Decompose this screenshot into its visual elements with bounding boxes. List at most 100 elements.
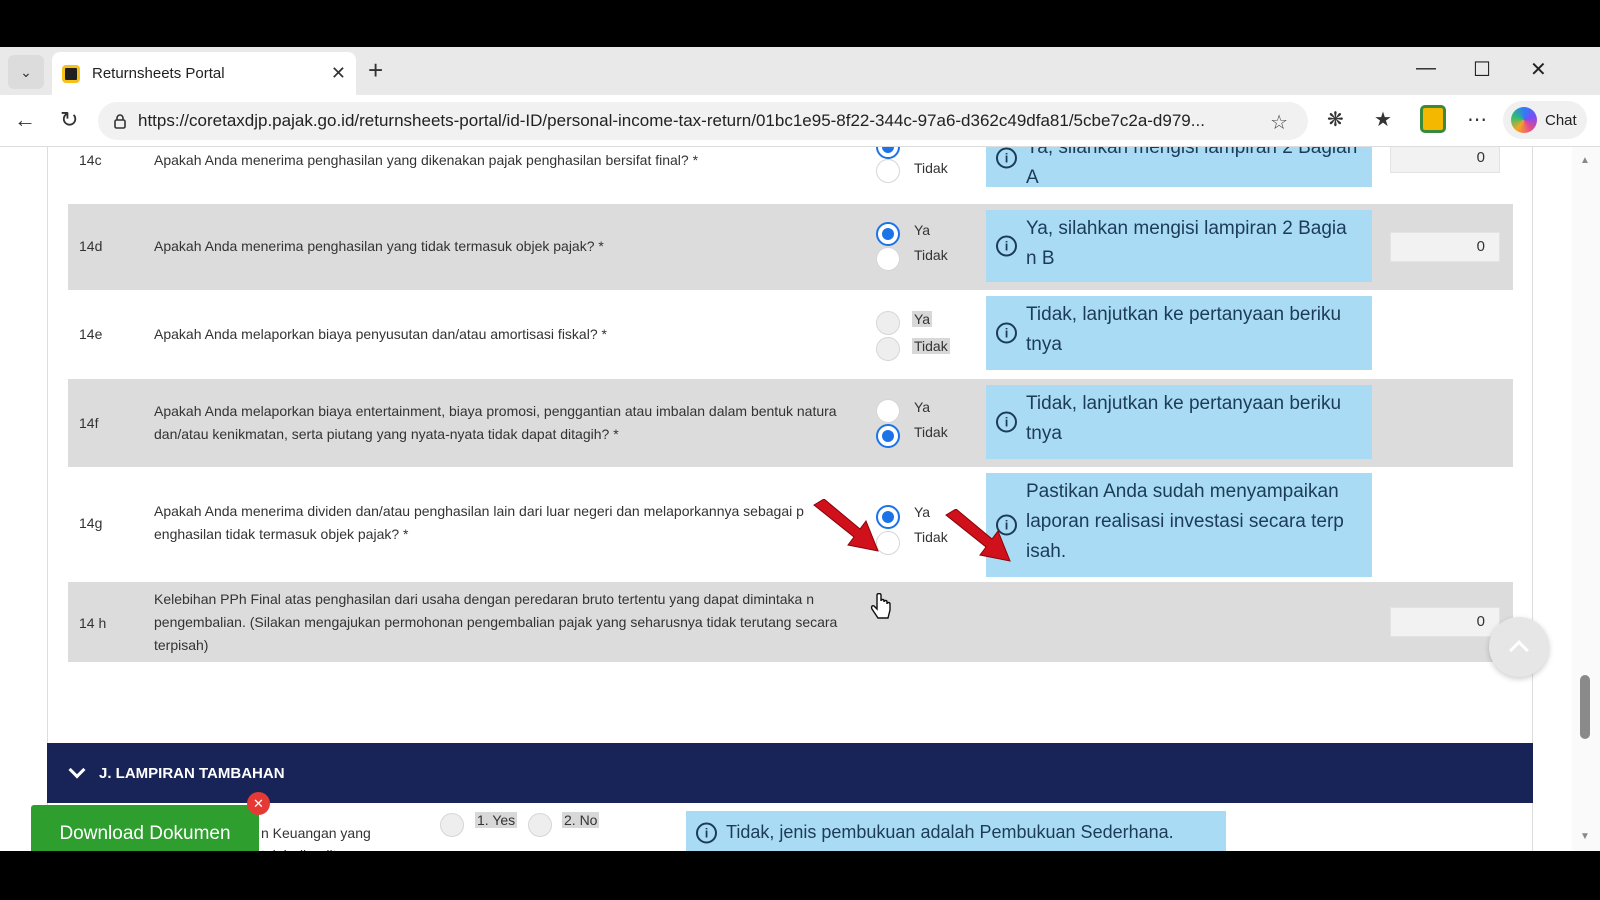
more-menu-icon[interactable]: ⋯ <box>1467 107 1487 132</box>
radio-ya[interactable] <box>876 399 900 423</box>
download-close-icon[interactable]: ✕ <box>247 792 270 815</box>
scrollbar[interactable]: ▲ ▼ <box>1572 147 1600 851</box>
info-text: Ya, silahkan mengisi lampiran 2 Bagian A <box>1026 147 1358 187</box>
row-question: Kelebihan PPh Final atas penghasilan dar… <box>154 591 838 653</box>
info-icon: i <box>996 235 1017 257</box>
tab-title: Returnsheets Portal <box>92 65 225 82</box>
row-code: 14f <box>79 415 99 431</box>
question-row-14e: 14e Apakah Anda melaporkan biaya penyusu… <box>68 290 1513 378</box>
row-question: Apakah Anda melaporkan biaya entertainme… <box>154 403 837 442</box>
radio-no[interactable] <box>528 813 552 837</box>
row-code: 14 h <box>79 615 107 631</box>
info-text: Ya, silahkan mengisi lampiran 2 Bagia n … <box>1026 218 1347 269</box>
chevron-down-icon <box>68 761 86 779</box>
scroll-top-button[interactable] <box>1489 617 1549 677</box>
download-label: Download Dokumen <box>59 823 231 844</box>
close-tab-icon[interactable]: ✕ <box>331 63 346 84</box>
back-icon[interactable]: ← <box>14 107 36 133</box>
tab-list-button[interactable]: ⌄ <box>8 55 44 89</box>
section-j-header[interactable]: J. LAMPIRAN TAMBAHAN <box>47 743 1533 803</box>
row-code: 14c <box>79 152 102 168</box>
calculator-extension-icon[interactable] <box>1420 105 1446 133</box>
extensions-icon[interactable]: ❋ <box>1327 107 1344 132</box>
info-box: i Ya, silahkan mengisi lampiran 2 Bagia … <box>986 210 1372 282</box>
amount-field[interactable]: 0 <box>1390 147 1500 173</box>
radio-tidak-label: Tidak <box>912 338 950 354</box>
row-question: Apakah Anda menerima penghasilan yang ti… <box>154 238 604 254</box>
row-question: Apakah Anda menerima penghasilan yang di… <box>154 152 699 168</box>
amount-field[interactable]: 0 <box>1390 232 1500 262</box>
radio-ya[interactable] <box>876 311 900 335</box>
info-icon: i <box>996 147 1017 169</box>
radio-ya[interactable] <box>876 147 900 159</box>
url-text: https://coretaxdjp.pajak.go.id/returnshe… <box>138 111 1205 130</box>
info-text: Tidak, lanjutkan ke pertanyaan beriku tn… <box>1026 393 1342 444</box>
favorite-star-icon[interactable]: ☆ <box>1270 110 1288 135</box>
amount-field[interactable]: 0 <box>1390 607 1500 637</box>
info-icon: i <box>996 322 1017 344</box>
scroll-up-arrow-icon[interactable]: ▲ <box>1580 155 1590 166</box>
lock-icon <box>114 114 126 129</box>
info-text: Tidak, lanjutkan ke pertanyaan beriku tn… <box>1026 304 1342 355</box>
hand-cursor-icon <box>870 593 891 619</box>
site-favicon-icon <box>62 64 80 83</box>
url-field[interactable]: https://coretaxdjp.pajak.go.id/returnshe… <box>98 102 1308 140</box>
new-tab-button[interactable]: + <box>368 57 383 83</box>
row-code: 14g <box>79 515 103 531</box>
info-box: i Ya, silahkan mengisi lampiran 2 Bagian… <box>986 147 1372 187</box>
copilot-label: Chat <box>1545 111 1577 129</box>
page-content: 14c Apakah Anda menerima penghasilan yan… <box>0 147 1600 851</box>
radio-no-label: 2. No <box>562 812 600 828</box>
question-row-14c: 14c Apakah Anda menerima penghasilan yan… <box>68 147 1513 187</box>
info-text: Tidak, jenis pembukuan adalah Pembukuan … <box>726 822 1174 842</box>
section-j-question: n Keuangan yang telah diaudit <box>261 825 371 851</box>
copilot-chat-button[interactable]: Chat <box>1503 101 1587 139</box>
row-code: 14e <box>79 326 103 342</box>
info-icon: i <box>996 411 1017 433</box>
tab-returnsheets[interactable]: Returnsheets Portal ✕ <box>52 52 356 95</box>
scrollbar-thumb[interactable] <box>1580 675 1590 739</box>
close-window-button[interactable]: ✕ <box>1530 57 1547 82</box>
row-question: Apakah Anda melaporkan biaya penyusutan … <box>154 326 607 342</box>
info-icon: i <box>696 822 717 844</box>
radio-tidak-label: Tidak <box>914 529 948 545</box>
annotation-arrow-icon <box>945 509 1011 562</box>
radio-ya-label: Ya <box>914 399 931 415</box>
row-question: Apakah Anda menerima dividen dan/atau pe… <box>154 503 804 542</box>
radio-tidak-label: Tidak <box>914 247 948 263</box>
row-code: 14d <box>79 238 103 254</box>
question-row-14d: 14d Apakah Anda menerima penghasilan yan… <box>68 204 1513 290</box>
radio-ya-label: Ya <box>914 504 931 520</box>
minimize-button[interactable]: — <box>1416 57 1436 80</box>
radio-tidak[interactable] <box>876 159 900 183</box>
radio-ya-label: Ya <box>914 222 931 238</box>
chevron-down-icon: ⌄ <box>20 63 32 80</box>
info-box: i Tidak, lanjutkan ke pertanyaan beriku … <box>986 296 1372 370</box>
radio-tidak[interactable] <box>876 247 900 271</box>
scroll-down-arrow-icon[interactable]: ▼ <box>1580 831 1590 842</box>
info-text: Pastikan Anda sudah menyampaikan laporan… <box>1026 481 1344 562</box>
reload-icon[interactable]: ↻ <box>60 107 78 133</box>
radio-ya[interactable] <box>876 222 900 246</box>
radio-tidak-label: Tidak <box>914 424 948 440</box>
radio-ya-label: Ya <box>912 311 933 327</box>
question-row-14f: 14f Apakah Anda melaporkan biaya enterta… <box>68 379 1513 467</box>
radio-tidak[interactable] <box>876 337 900 361</box>
question-row-14h: 14 h Kelebihan PPh Final atas penghasila… <box>68 582 1513 662</box>
info-box: i Tidak, lanjutkan ke pertanyaan beriku … <box>986 385 1372 459</box>
question-row-14g: 14g Apakah Anda menerima dividen dan/ata… <box>68 467 1513 582</box>
radio-tidak-label: Tidak <box>914 160 948 176</box>
section-title: J. LAMPIRAN TAMBAHAN <box>99 764 285 782</box>
annotation-arrow-icon <box>813 499 879 552</box>
chevron-up-icon <box>1509 640 1529 660</box>
radio-yes[interactable] <box>440 813 464 837</box>
download-dokumen-button[interactable]: Download Dokumen <box>31 805 259 851</box>
address-bar: ← ↻ https://coretaxdjp.pajak.go.id/retur… <box>0 95 1600 147</box>
browser-window: ⌄ Returnsheets Portal ✕ + — ☐ ✕ ← ↻ http… <box>0 47 1600 851</box>
section-j-info-box: i Tidak, jenis pembukuan adalah Pembukua… <box>686 811 1226 851</box>
copilot-icon <box>1511 107 1537 133</box>
tab-bar: ⌄ Returnsheets Portal ✕ + — ☐ ✕ <box>0 47 1600 95</box>
radio-tidak[interactable] <box>876 424 900 448</box>
maximize-button[interactable]: ☐ <box>1473 57 1491 82</box>
favorites-icon[interactable]: ★ <box>1374 107 1392 132</box>
